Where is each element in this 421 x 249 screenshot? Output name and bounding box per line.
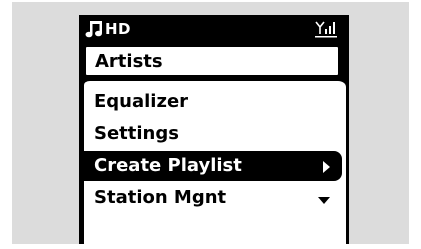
menu-title-box: Artists: [84, 45, 340, 77]
menu-item-label: Equalizer: [94, 91, 189, 112]
menu-item-station-mgnt[interactable]: Station Mgnt: [84, 183, 342, 213]
music-note-icon: [85, 21, 102, 38]
status-bar: HD: [79, 15, 349, 43]
menu-item-label: Station Mgnt: [94, 187, 227, 208]
menu-title: Artists: [95, 51, 163, 72]
menu-item-label: Settings: [94, 123, 179, 144]
signal-strength-icon: [315, 21, 337, 38]
menu-list: Equalizer Settings Create Playlist Stati…: [84, 79, 346, 249]
menu-item-label: Create Playlist: [94, 155, 242, 176]
arrow-right-icon: [323, 161, 330, 173]
menu-item-equalizer[interactable]: Equalizer: [84, 87, 342, 117]
device-screen: HD Artists Equalizer Settings Create Pla…: [79, 15, 349, 249]
source-label: HD: [105, 20, 132, 38]
menu-item-create-playlist[interactable]: Create Playlist: [84, 151, 342, 181]
menu-item-settings[interactable]: Settings: [84, 119, 342, 149]
scroll-down-arrow-icon: [318, 197, 330, 204]
